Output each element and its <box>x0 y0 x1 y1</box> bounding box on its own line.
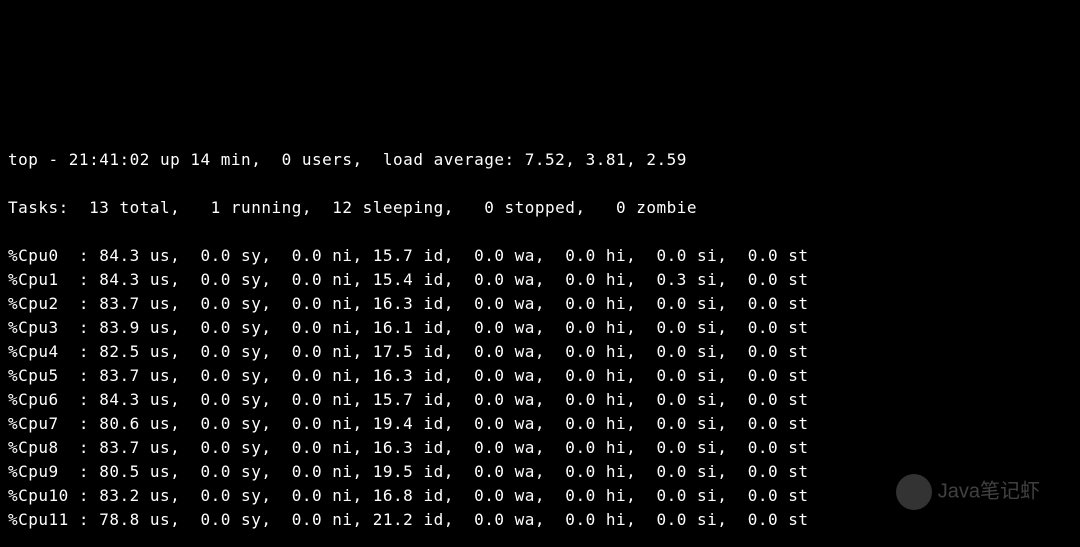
cpu-line-10: %Cpu10 : 83.2 us, 0.0 sy, 0.0 ni, 16.8 i… <box>8 484 1072 508</box>
cpu-line-9: %Cpu9 : 80.5 us, 0.0 sy, 0.0 ni, 19.5 id… <box>8 460 1072 484</box>
cpu-line-6: %Cpu6 : 84.3 us, 0.0 sy, 0.0 ni, 15.7 id… <box>8 388 1072 412</box>
cpu-line-5: %Cpu5 : 83.7 us, 0.0 sy, 0.0 ni, 16.3 id… <box>8 364 1072 388</box>
summary-line-1: top - 21:41:02 up 14 min, 0 users, load … <box>8 148 1072 172</box>
cpu-line-4: %Cpu4 : 82.5 us, 0.0 sy, 0.0 ni, 17.5 id… <box>8 340 1072 364</box>
cpu-line-8: %Cpu8 : 83.7 us, 0.0 sy, 0.0 ni, 16.3 id… <box>8 436 1072 460</box>
terminal-output[interactable]: top - 21:41:02 up 14 min, 0 users, load … <box>0 120 1080 547</box>
cpu-line-2: %Cpu2 : 83.7 us, 0.0 sy, 0.0 ni, 16.3 id… <box>8 292 1072 316</box>
cpu-line-0: %Cpu0 : 84.3 us, 0.0 sy, 0.0 ni, 15.7 id… <box>8 244 1072 268</box>
cpu-line-11: %Cpu11 : 78.8 us, 0.0 sy, 0.0 ni, 21.2 i… <box>8 508 1072 532</box>
cpu-line-3: %Cpu3 : 83.9 us, 0.0 sy, 0.0 ni, 16.1 id… <box>8 316 1072 340</box>
summary-tasks: Tasks: 13 total, 1 running, 12 sleeping,… <box>8 196 1072 220</box>
cpu-block: %Cpu0 : 84.3 us, 0.0 sy, 0.0 ni, 15.7 id… <box>8 244 1072 532</box>
cpu-line-1: %Cpu1 : 84.3 us, 0.0 sy, 0.0 ni, 15.4 id… <box>8 268 1072 292</box>
cpu-line-7: %Cpu7 : 80.6 us, 0.0 sy, 0.0 ni, 19.4 id… <box>8 412 1072 436</box>
